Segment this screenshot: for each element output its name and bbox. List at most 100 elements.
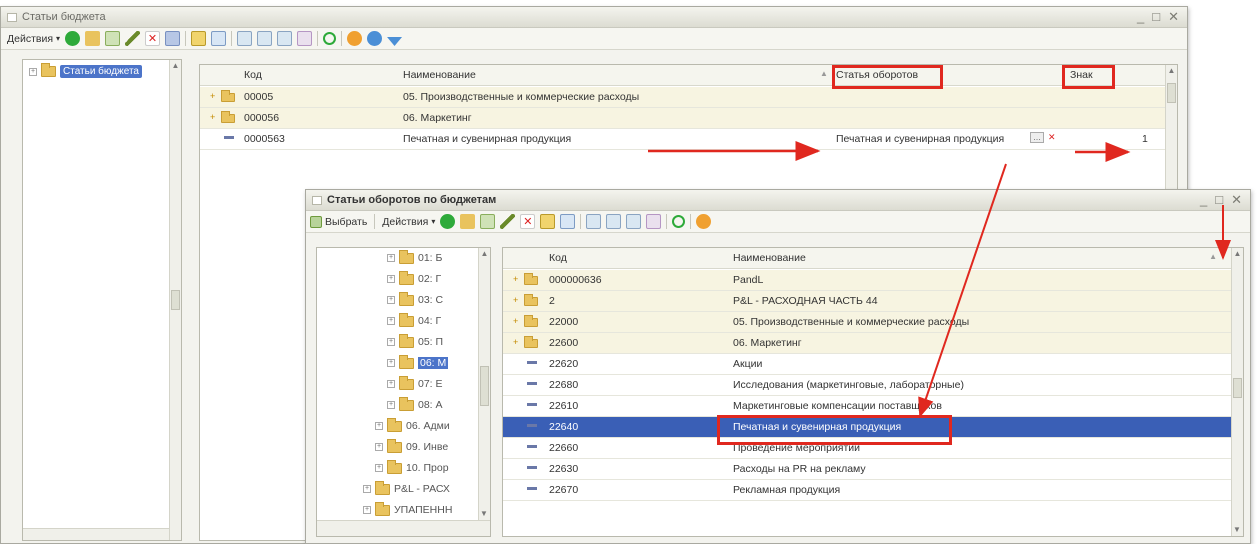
cell-code[interactable]: 22640 — [549, 421, 578, 433]
cell-sign[interactable]: 1 — [1142, 133, 1148, 145]
tree-node[interactable]: +01: Б — [387, 249, 442, 264]
cell-name[interactable]: 05. Производственные и коммерческие расх… — [403, 91, 823, 103]
help-icon[interactable] — [696, 214, 712, 229]
expand-marker-icon[interactable]: + — [210, 112, 215, 122]
table-row[interactable]: 22630 Расходы на PR на рекламу — [503, 459, 1231, 480]
move-down-icon[interactable] — [387, 37, 403, 46]
scroll-thumb[interactable] — [1167, 83, 1176, 103]
refresh-icon[interactable] — [672, 215, 686, 228]
expand-icon[interactable]: + — [387, 296, 395, 304]
cell-code[interactable]: 22660 — [549, 442, 578, 454]
expand-icon[interactable]: + — [363, 506, 371, 514]
grid-scrollbar[interactable]: ▲ ▼ — [1231, 248, 1243, 536]
scroll-thumb[interactable] — [171, 290, 180, 310]
cell-name[interactable]: Рекламная продукция — [733, 484, 1203, 496]
scroll-thumb[interactable] — [480, 366, 489, 406]
tree-node-label[interactable]: УПАПЕННН — [394, 504, 452, 516]
expand-icon[interactable]: + — [375, 464, 383, 472]
filter-history-icon[interactable] — [277, 31, 293, 46]
dropdown-icon[interactable]: ▾ — [431, 217, 435, 226]
cell-code[interactable]: 0000563 — [244, 133, 285, 145]
filter-history-icon[interactable] — [626, 214, 642, 229]
table-row[interactable]: 22620 Акции — [503, 354, 1231, 375]
group-row[interactable]: +2 P&L - РАСХОДНАЯ ЧАСТЬ 44 — [503, 291, 1231, 312]
sort-asc-icon[interactable]: ▲ — [820, 69, 828, 78]
hierarchy-icon[interactable] — [540, 214, 556, 229]
column-name-header[interactable]: Наименование — [403, 69, 476, 81]
cell-code[interactable]: 000056 — [244, 112, 279, 124]
tree-root-label[interactable]: Статьи бюджета — [60, 65, 142, 78]
table-row[interactable]: 22680 Исследования (маркетинговые, лабора… — [503, 375, 1231, 396]
tree-scrollbar[interactable]: ▲ — [169, 60, 181, 540]
add-folder-icon[interactable] — [85, 31, 101, 46]
cell-code[interactable]: 000000636 — [549, 274, 602, 286]
table-row[interactable]: 22610 Маркетинговые компенсации поставщик… — [503, 396, 1231, 417]
help-icon[interactable] — [347, 31, 363, 46]
actions-menu[interactable]: Действия — [5, 33, 55, 45]
dropdown-icon[interactable]: ▾ — [56, 34, 60, 43]
sort-asc-icon[interactable]: ▲ — [1209, 252, 1217, 261]
tree-node[interactable]: + P&L - РАСХ — [363, 480, 450, 495]
expand-icon[interactable]: + — [375, 443, 383, 451]
scroll-up-arrow[interactable]: ▲ — [170, 60, 181, 72]
clear-icon[interactable]: ✕ — [1048, 132, 1056, 143]
cell-turnover[interactable]: Печатная и сувенирная продукция — [836, 133, 1026, 145]
tree-node-label[interactable]: 01: Б — [418, 252, 442, 264]
mark-delete-icon[interactable] — [165, 31, 181, 46]
group-row[interactable]: +000056 06. Маркетинг — [200, 108, 1165, 129]
budget-items-tree[interactable]: + Статьи бюджета ▲ — [22, 59, 182, 541]
select-button[interactable]: Выбрать — [323, 216, 369, 228]
tree-node[interactable]: +06: М — [387, 354, 449, 369]
expand-icon[interactable]: + — [375, 422, 383, 430]
group-row[interactable]: +22000 05. Производственные и коммерчески… — [503, 312, 1231, 333]
tree-node-label[interactable]: 07: Е — [418, 378, 443, 390]
tree-node[interactable]: + УПАПЕННН — [363, 501, 452, 516]
tree-node-label[interactable]: 04: Г — [418, 315, 441, 327]
refresh-icon[interactable] — [323, 32, 337, 45]
actions-menu[interactable]: Действия — [380, 216, 430, 228]
level-up-icon[interactable] — [560, 214, 576, 229]
add-icon[interactable] — [65, 31, 81, 46]
cell-code[interactable]: 22610 — [549, 400, 578, 412]
expand-marker-icon[interactable]: + — [210, 91, 215, 101]
minimize-icon[interactable]: _ — [1200, 192, 1207, 208]
tree-node-label[interactable]: 10. Прор — [406, 462, 449, 474]
close-icon[interactable]: ✕ — [1231, 192, 1242, 208]
cell-name[interactable]: Акции — [733, 358, 1203, 370]
turnover-grid[interactable]: Код Наименование ▲ +000000636 PandL +2 P&L … — [502, 247, 1244, 537]
clear-filter-icon[interactable] — [646, 214, 662, 229]
filter-icon[interactable] — [237, 31, 253, 46]
expand-icon[interactable]: + — [387, 275, 395, 283]
tree-node-label[interactable]: 02: Г — [418, 273, 441, 285]
group-row[interactable]: +000000636 PandL — [503, 270, 1231, 291]
scroll-down-arrow[interactable]: ▼ — [479, 508, 489, 520]
delete-icon[interactable]: ✕ — [145, 31, 161, 46]
cell-code[interactable]: 22000 — [549, 316, 578, 328]
tree-node[interactable]: +07: Е — [387, 375, 443, 390]
column-name-header[interactable]: Наименование — [733, 252, 806, 264]
cell-code[interactable]: 2 — [549, 295, 555, 307]
tree-node[interactable]: +03: С — [387, 291, 443, 306]
expand-icon[interactable]: + — [387, 338, 395, 346]
expand-icon[interactable]: + — [363, 485, 371, 493]
cell-code[interactable]: 00005 — [244, 91, 273, 103]
tree-node[interactable]: +04: Г — [387, 312, 441, 327]
tree-node[interactable]: +05: П — [387, 333, 443, 348]
tree-node-label[interactable]: 05: П — [418, 336, 443, 348]
minimize-icon[interactable]: _ — [1137, 9, 1144, 25]
cell-code[interactable]: 22630 — [549, 463, 578, 475]
expand-icon[interactable]: + — [387, 380, 395, 388]
filter-by-value-icon[interactable] — [606, 214, 622, 229]
scroll-down-arrow[interactable]: ▼ — [1232, 524, 1242, 536]
column-code-header[interactable]: Код — [244, 69, 262, 81]
table-row[interactable]: 22670 Рекламная продукция — [503, 480, 1231, 501]
table-row[interactable]: 0000563 Печатная и сувенирная продукция Пе… — [200, 129, 1165, 150]
column-code-header[interactable]: Код — [549, 252, 567, 264]
tree-node-label[interactable]: 03: С — [418, 294, 443, 306]
tree-node[interactable]: +10. Прор — [375, 459, 449, 474]
group-row[interactable]: +00005 05. Производственные и коммерчески… — [200, 87, 1165, 108]
tree-hscroll[interactable] — [317, 520, 490, 536]
tree-node[interactable]: +06. Адми — [375, 417, 450, 432]
cell-name[interactable]: Расходы на PR на рекламу — [733, 463, 1203, 475]
cell-name[interactable]: PandL — [733, 274, 1203, 286]
